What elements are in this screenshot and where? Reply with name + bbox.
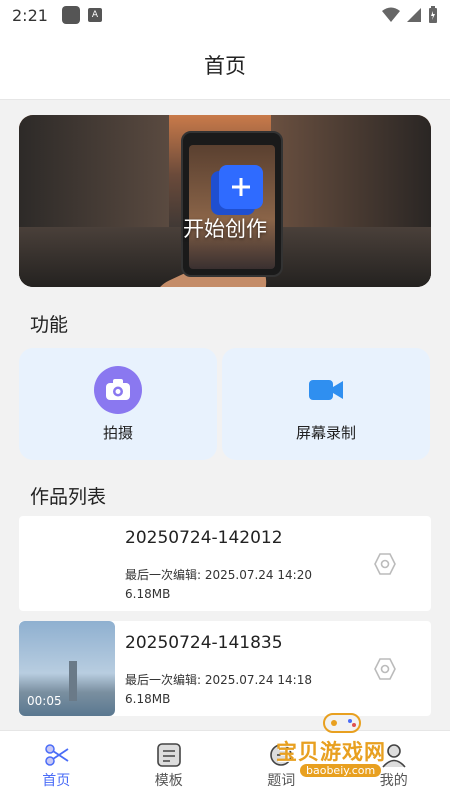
work-item[interactable]: 00:05 20250724-141835 最后一次编辑: 2025.07.24… <box>19 621 431 716</box>
plus-icon <box>219 165 263 209</box>
notification-app-icon <box>61 6 80 24</box>
work-size: 6.18MB <box>125 692 171 706</box>
work-name: 20250724-141835 <box>125 633 283 653</box>
screen-record-label: 屏幕录制 <box>295 423 356 442</box>
nav-label-home: 首页 <box>42 772 71 789</box>
start-creating-label: 开始创作 <box>183 217 267 241</box>
work-name: 20250724-142012 <box>125 528 283 548</box>
battery-icon <box>429 6 437 23</box>
status-icons <box>382 6 438 24</box>
work-thumbnail <box>19 516 115 611</box>
scissors-icon <box>45 743 69 766</box>
page-title: 首页 <box>204 53 246 78</box>
start-creating-banner[interactable]: 开始创作 <box>19 115 431 287</box>
site-watermark: 宝贝游戏网 baobeiy.com <box>272 706 422 790</box>
app-bar: 首页 <box>0 30 450 100</box>
work-last-edited: 最后一次编辑: 2025.07.24 14:20 <box>125 568 312 582</box>
shoot-button[interactable]: 拍摄 <box>19 348 217 460</box>
gamepad-icon <box>323 713 361 733</box>
work-thumbnail: 00:05 <box>19 621 115 716</box>
work-duration: 00:05 <box>27 694 62 708</box>
hexagon-settings-icon[interactable] <box>373 552 397 576</box>
video-camera-icon <box>302 366 350 414</box>
camera-icon <box>94 365 142 414</box>
work-item[interactable]: 20250724-142012 最后一次编辑: 2025.07.24 14:20… <box>19 516 431 611</box>
features-section-title: 功能 <box>30 314 69 336</box>
hexagon-settings-icon[interactable] <box>373 657 397 681</box>
shoot-label: 拍摄 <box>102 423 133 442</box>
a-app-icon: A <box>87 8 102 22</box>
thumbnail-tower <box>69 661 77 701</box>
watermark-text: 宝贝游戏网 <box>276 740 386 764</box>
screen-record-button[interactable]: 屏幕录制 <box>222 348 430 460</box>
status-bar: 2:21 A <box>0 0 450 30</box>
nav-item-home[interactable]: 首页 <box>0 731 113 800</box>
watermark-url: baobeiy.com <box>300 764 382 777</box>
works-section-title: 作品列表 <box>30 486 107 508</box>
nav-item-templates[interactable]: 模板 <box>113 731 226 800</box>
work-size: 6.18MB <box>125 587 171 601</box>
wifi-icon <box>382 7 400 22</box>
status-time: 2:21 <box>12 5 48 25</box>
nav-label-templates: 模板 <box>154 772 183 789</box>
signal-icon <box>407 8 421 22</box>
template-icon <box>156 742 181 767</box>
work-last-edited: 最后一次编辑: 2025.07.24 14:18 <box>125 673 312 687</box>
